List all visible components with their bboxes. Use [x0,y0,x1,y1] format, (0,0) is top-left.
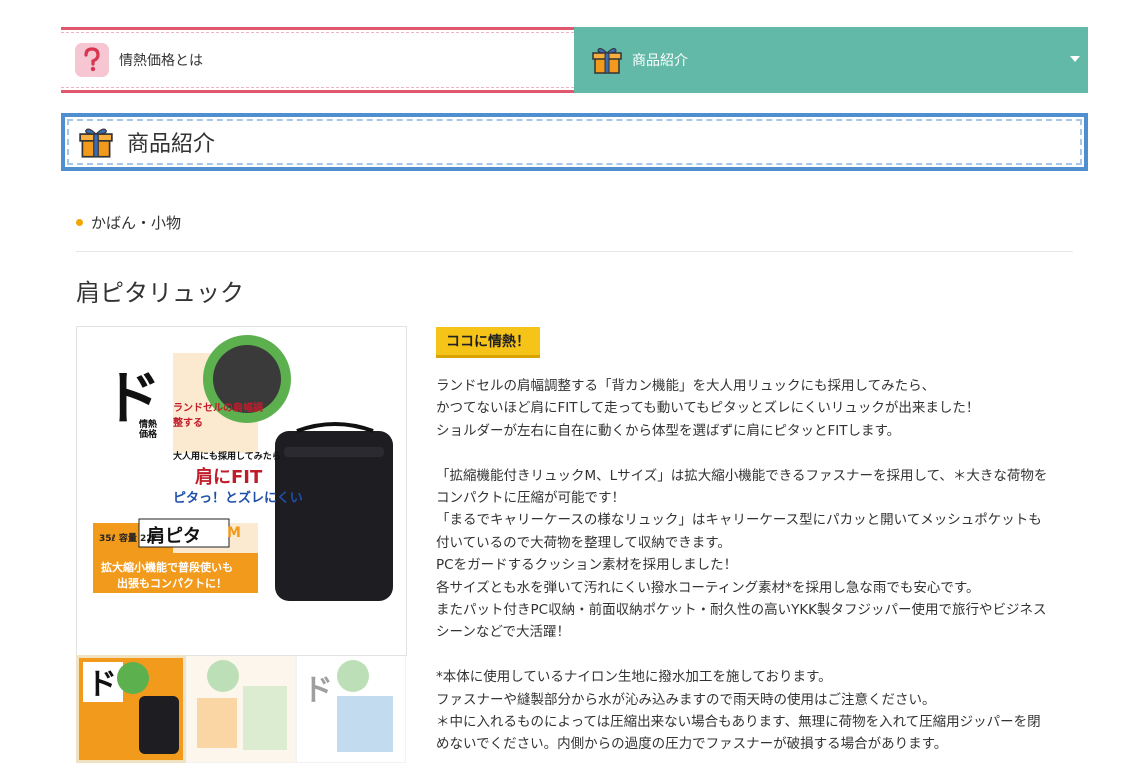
description-line: ファスナーや縫製部分から水が沁み込みますので雨天時の使用はご注意ください。 [436,691,936,708]
image-big-char: ド [103,364,162,432]
description-line: コンパクトに圧縮が可能です！ [436,490,625,507]
description-line [436,644,1076,666]
image-name-box: 肩ピタ [147,526,201,547]
passion-badge: ココに情熱！ [436,327,540,358]
category-label: かばん・小物 [91,214,182,232]
description-line [436,442,1076,464]
bullet-icon [76,219,83,226]
description-line: 「まるでキャリーケースの様なリュック」はキャリーケース型にパカッと開いてメッシュ… [436,512,1042,529]
image-headline1: 大人用にも採用してみたら [173,452,281,462]
image-size: M [227,525,241,541]
description-line: シーンなどで大活躍！ [436,624,571,641]
nav-item-about[interactable]: 情熱価格とは [61,27,574,93]
image-bottom1: 拡大縮小機能で普段使いも [101,561,233,574]
image-headline3: ピタっ！とズレにくい [173,491,303,506]
section-title-box: 商品紹介 [61,113,1088,171]
description-line: ランドセルの肩幅調整する「背カン機能」を大人用リュックにも採用してみたら、 [436,378,936,394]
description-line: 「拡縮機能付きリュックM、Lサイズ」は拡大縮小機能できるファスナーを採用して、＊… [436,467,1048,484]
description-line: ＊中に入れるものによっては圧縮出来ない場合もあります、無理に荷物を入れて圧縮用ジ… [436,714,1041,731]
top-nav: 情熱価格とは 商品紹介 [61,27,1088,93]
image-brand: 情熱価格 [139,420,158,440]
page-title: 商品紹介 [127,132,216,157]
category-link[interactable]: かばん・小物 [76,212,181,233]
nav-item-products[interactable]: 商品紹介 [574,27,1088,93]
description-line: めないでください。内側からの過度の圧力でファスナーが破損する場合があります。 [436,736,948,753]
image-circle-text: ランドセルの肩幅調整する [173,403,263,429]
thumbnail-1[interactable]: ド [76,655,186,763]
description-line: またパット付きPC収納・前面収納ポケット・耐久性の高いYKK製タフジッパー使用で… [436,602,1047,619]
product-description: ランドセルの肩幅調整する「背カン機能」を大人用リュックにも採用してみたら、かつて… [436,375,1076,756]
question-icon [75,43,109,77]
gift-icon [79,126,113,158]
image-bottom2: 出張もコンパクトに！ [117,577,227,590]
divider [76,251,1073,252]
thumbnail-2[interactable] [186,655,296,763]
image-headline2: 肩にFIT [195,467,263,488]
description-line: 各サイズとも水を弾いて汚れにくい撥水コーティング素材*を採用し急な雨でも安心です… [436,579,980,596]
description-line: 付いているので大荷物を整理して収納できます。 [436,534,731,551]
nav-label-products: 商品紹介 [632,53,688,69]
description-line: *本体に使用しているナイロン生地に撥水加工を施しております。 [436,669,832,686]
product-main-image[interactable]: ド 情熱価格 ランドセルの肩幅調整する 大人用にも採用してみたら 肩にFIT ピ… [76,326,407,656]
gift-icon [592,46,622,74]
description-line: ショルダーが左右に自在に動くから体型を選ばずに肩にピタッとFITします。 [436,422,901,439]
thumbnail-strip: ド ド [76,655,407,765]
svg-text:ド: ド [303,673,333,708]
thumbnail-3[interactable]: ド [296,655,406,763]
description-line: PCをガードするクッション素材を採用しました！ [436,557,738,574]
chevron-down-icon[interactable] [1070,56,1080,62]
svg-text:ド: ド [87,667,117,702]
description-line: かつてないほど肩にFITして走っても動いてもピタッとズレにくいリュックが出来まし… [436,400,980,417]
product-title: 肩ピタリュック [76,279,244,307]
nav-label-about: 情熱価格とは [119,53,203,69]
